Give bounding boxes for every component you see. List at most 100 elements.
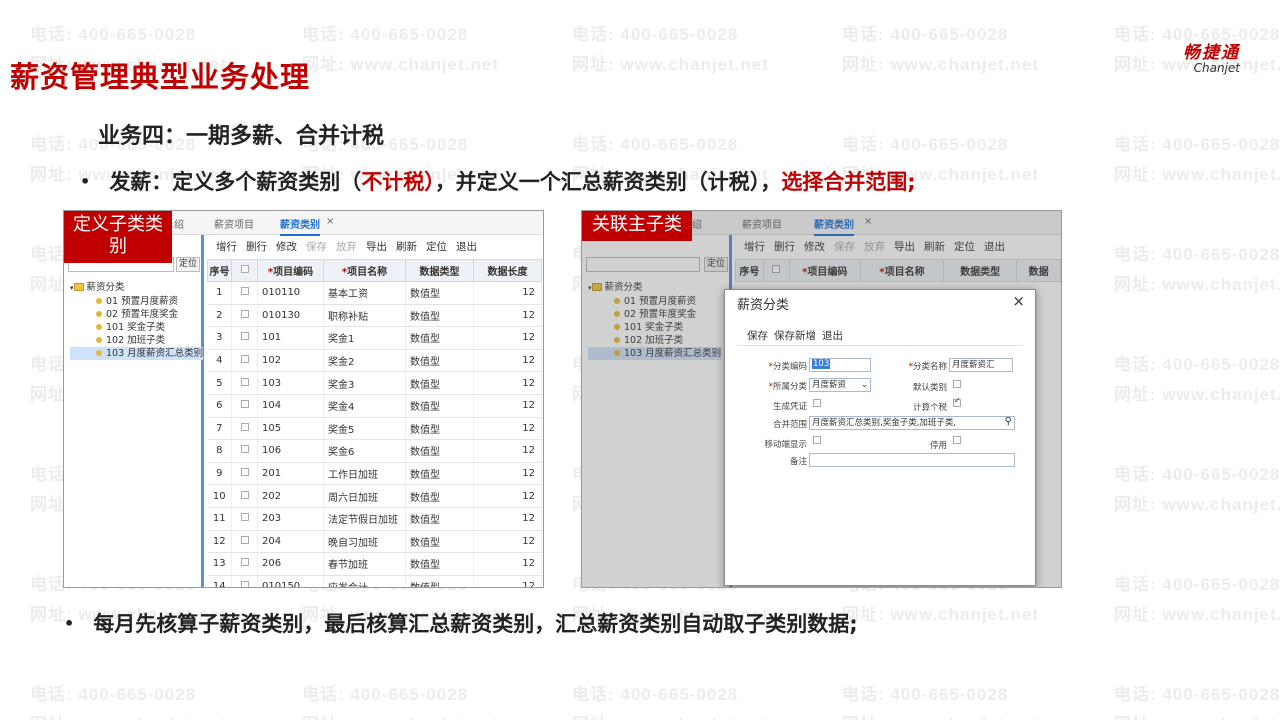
watermark-phone: 电话: 400-665-0028 [842,135,1009,154]
cell-length: 12 [473,371,542,395]
dialog-exit-button[interactable]: 退出 [822,330,843,342]
cell-check[interactable] [231,575,258,587]
code-label: *分类编码 [768,362,807,372]
table-row[interactable]: 5 103 奖金3 数值型 12 [207,371,542,395]
watermark-site: 网址: www.chanjet.net [1114,710,1280,720]
dialog-save-button[interactable]: 保存 [747,330,768,342]
export-button[interactable]: 导出 [366,241,387,253]
tree-item[interactable]: 01 预置月度薪资 [70,295,203,308]
cell-check[interactable] [231,507,258,531]
code-field[interactable]: 103 [809,358,871,372]
table-row[interactable]: 12 204 晚自习加班 数值型 12 [207,530,542,554]
row-checkbox[interactable] [240,309,249,318]
cell-check[interactable] [231,462,258,486]
table-row[interactable]: 13 206 春节加班 数值型 12 [207,552,542,576]
table-row[interactable]: 3 101 奖金1 数值型 12 [207,326,542,350]
table-row[interactable]: 9 201 工作日加班 数值型 12 [207,462,542,486]
cell-check[interactable] [231,417,258,441]
search-icon[interactable]: ⚲ [1005,417,1012,428]
discard-button[interactable]: 放弃 [336,241,357,253]
cell-check[interactable] [231,326,258,350]
edit-button[interactable]: 修改 [276,241,297,253]
row-checkbox[interactable] [240,490,249,499]
row-checkbox[interactable] [240,377,249,386]
add-row-button[interactable]: 增行 [216,241,237,253]
tree-item[interactable]: 103 月度薪资汇总类别 [70,347,204,360]
tab-salary-category[interactable]: 薪资类别 [280,216,320,236]
dialog-title: 薪资分类 [737,298,790,313]
row-checkbox[interactable] [240,558,249,567]
default-checkbox[interactable] [953,380,961,391]
note-field[interactable] [809,453,1015,467]
col-check[interactable] [231,259,258,282]
watermark-phone: 电话: 400-665-0028 [302,25,469,44]
table-row[interactable]: 6 104 奖金4 数值型 12 [207,394,542,418]
watermark-site: 网址: www.chanjet.net [1114,165,1280,184]
table-row[interactable]: 7 105 奖金5 数值型 12 [207,417,542,441]
table-row[interactable]: 14 010150应发合计数值型12 [207,575,542,587]
row-checkbox[interactable] [240,355,249,364]
row-checkbox[interactable] [240,287,249,296]
table-row[interactable]: 10 202 周六日加班 数值型 12 [207,484,542,508]
cell-type: 数值型 [405,462,474,486]
table-row[interactable]: 1 010110 基本工资 数值型 12 [207,281,542,305]
table-row[interactable]: 8 106 奖金6 数值型 12 [207,439,542,463]
table-row[interactable]: 11 203 法定节假日加班 数值型 12 [207,507,542,531]
cell-seq: 1 [207,281,232,305]
row-checkbox[interactable] [240,513,249,522]
merge-range-field[interactable]: 月度薪资汇总类别,奖金子类,加班子类, ⚲ [809,416,1015,430]
note-label: 备注 [789,457,807,467]
delete-row-button[interactable]: 删行 [246,241,267,253]
close-icon[interactable]: × [1012,292,1025,310]
tree-locate-button[interactable]: 定位 [176,257,200,272]
cell-length: 12 [473,304,542,328]
row-checkbox[interactable] [240,445,249,454]
table-body: 1 010110 基本工资 数值型 12 2 010130 职称补贴 数值型 12 3 101 奖金1 数… [207,281,542,587]
cell-seq: 13 [207,552,232,576]
bullet-calculation-order: • 每月先核算子薪资类别，最后核算汇总薪资类别，汇总薪资类别自动取子类别数据; [64,608,858,638]
row-checkbox[interactable] [240,400,249,409]
row-checkbox[interactable] [240,332,249,341]
save-button[interactable]: 保存 [306,241,327,253]
dialog-save-new-button[interactable]: 保存新增 [774,330,816,342]
cell-length: 12 [473,439,542,463]
select-all-checkbox[interactable] [240,265,249,273]
row-checkbox[interactable] [240,422,249,431]
voucher-checkbox[interactable] [813,399,821,410]
row-checkbox[interactable] [240,581,249,587]
tab-salary-items[interactable]: 薪资项目 [214,216,254,231]
parent-select[interactable]: 月度薪资 ⌄ [809,378,871,392]
watermark-site: 网址: www.chanjet.net [302,710,499,720]
chevron-down-icon: ⌄ [860,380,868,390]
tree-item[interactable]: 101 奖金子类 [70,321,203,334]
table-row[interactable]: 4 102 奖金2 数值型 12 [207,349,542,373]
cell-check[interactable] [231,281,258,305]
refresh-button[interactable]: 刷新 [396,241,417,253]
cell-check[interactable] [231,530,258,554]
table-row[interactable]: 2 010130 职称补贴 数值型 12 [207,304,542,328]
name-field[interactable]: 月度薪资汇 [949,358,1013,372]
exit-button[interactable]: 退出 [456,241,477,253]
cell-check[interactable] [231,349,258,373]
row-checkbox[interactable] [240,468,249,477]
cell-check[interactable] [231,439,258,463]
cell-check[interactable] [231,394,258,418]
locate-button[interactable]: 定位 [426,241,447,253]
cell-name: 工作日加班 [323,462,406,486]
tree-item[interactable]: 02 预置年度奖金 [70,308,203,321]
mobile-checkbox[interactable] [813,436,821,447]
close-tab-icon[interactable]: × [326,216,334,227]
cell-length: 12 [473,575,542,587]
row-checkbox[interactable] [240,535,249,544]
tree-root[interactable]: ▾ 薪资分类 [70,281,203,295]
tree-item[interactable]: 102 加班子类 [70,334,203,347]
disabled-checkbox[interactable] [953,436,961,447]
cell-check[interactable] [231,552,258,576]
tax-checkbox[interactable] [953,396,961,410]
cell-check[interactable] [231,484,258,508]
tab-intro[interactable]: 绍 [174,216,184,231]
cell-check[interactable] [231,304,258,328]
cell-check[interactable] [231,371,258,395]
cell-name: 春节加班 [323,552,406,576]
watermark-site: 网址: www.chanjet.net [572,55,769,74]
